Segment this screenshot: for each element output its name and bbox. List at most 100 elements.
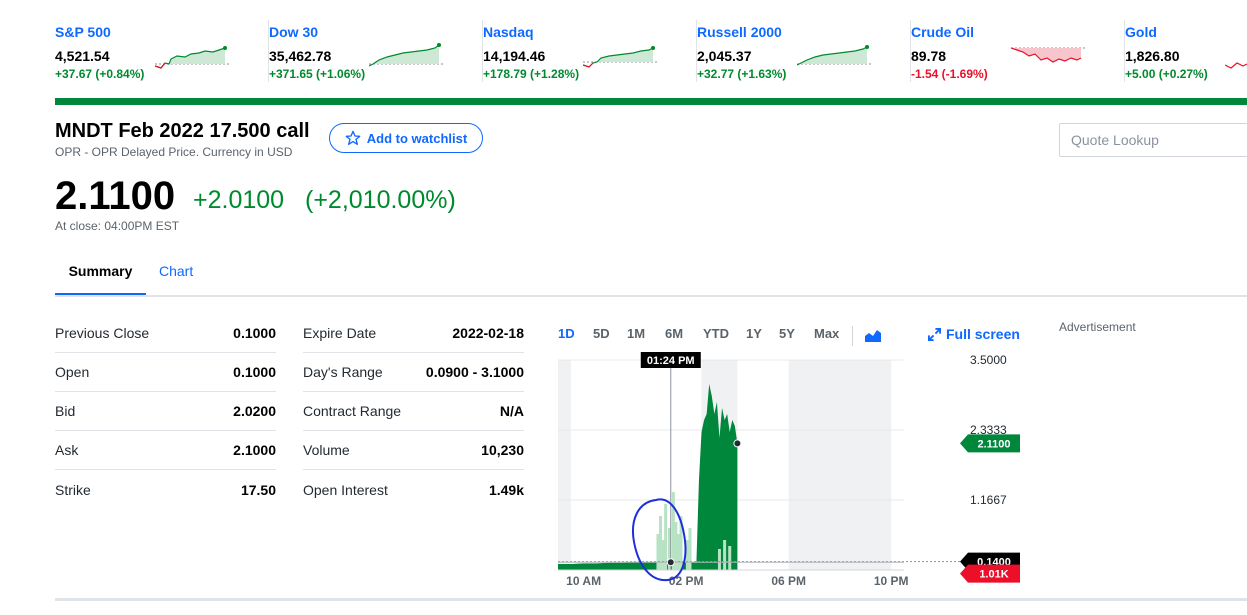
at-close-time: At close: 04:00PM EST — [55, 219, 180, 233]
bottom-divider — [55, 598, 1247, 601]
sparkline-russell2000 — [797, 45, 871, 66]
stat-label: Expire Date — [303, 325, 377, 341]
stat-value: 17.50 — [240, 482, 276, 498]
x-tick-label: 06 PM — [771, 574, 806, 588]
ticker-crude-oil[interactable]: Crude Oil 89.78 -1.54 (-1.69%) — [911, 18, 1125, 88]
stat-label: Open Interest — [303, 482, 388, 498]
stat-label: Day's Range — [303, 364, 383, 380]
stat-value: 2.1000 — [233, 442, 276, 458]
volume-bar — [676, 534, 680, 570]
ticker-name[interactable]: S&P 500 — [55, 24, 111, 40]
quote-lookup-input[interactable] — [1059, 123, 1247, 157]
stat-value: 2022-02-18 — [452, 325, 524, 341]
volume-bar — [664, 504, 668, 570]
ticker-name[interactable]: Dow 30 — [269, 24, 318, 40]
chart-price-area — [558, 384, 738, 570]
stat-row-ask: Ask 2.1000 — [55, 431, 276, 470]
crosshair-point — [666, 558, 675, 567]
tabs-divider — [55, 295, 1247, 297]
ticker-price: 1,826.80 — [1125, 48, 1180, 64]
tab-summary[interactable]: Summary — [55, 262, 146, 296]
ticker-name[interactable]: Russell 2000 — [697, 24, 782, 40]
chart-type-icon[interactable] — [865, 328, 881, 342]
ticker-change: +32.77 (+1.63%) — [697, 67, 787, 81]
full-screen-button[interactable]: Full screen — [928, 326, 1020, 342]
volume-tag: 1.01K — [979, 569, 1008, 581]
ticker-sp500[interactable]: S&P 500 4,521.54 +37.67 (+0.84%) — [55, 18, 269, 88]
volume-bar — [728, 546, 732, 570]
stat-value: 0.1000 — [233, 364, 276, 380]
volume-bar — [723, 540, 727, 570]
range-divider — [852, 326, 853, 346]
star-icon — [345, 130, 361, 145]
range-ytd[interactable]: YTD — [703, 326, 729, 341]
volume-bar — [671, 492, 675, 570]
ticker-change: +5.00 (+0.27%) — [1125, 67, 1208, 81]
sparkline-crude-oil — [1011, 47, 1085, 63]
price-change: +2.0100 — [193, 186, 285, 214]
current-price: 2.1100 — [55, 174, 176, 218]
full-screen-label: Full screen — [946, 326, 1020, 342]
range-max[interactable]: Max — [814, 326, 839, 341]
stat-label: Open — [55, 364, 90, 380]
stat-row-bid: Bid 2.0200 — [55, 392, 276, 431]
ticker-dow30[interactable]: Dow 30 35,462.78 +371.65 (+1.06%) — [269, 18, 483, 88]
add-to-watchlist-button[interactable]: Add to watchlist — [329, 123, 483, 153]
advertisement-label: Advertisement — [1059, 320, 1136, 334]
x-tick-label: 02 PM — [669, 574, 704, 588]
ticker-russell2000[interactable]: Russell 2000 2,045.37 +32.77 (+1.63%) — [697, 18, 911, 88]
range-1y[interactable]: 1Y — [746, 326, 762, 341]
volume-bar — [661, 540, 665, 570]
ticker-gold[interactable]: Gold 1,826.80 +5.00 (+0.27%) — [1125, 18, 1247, 88]
ticker-change: +37.67 (+0.84%) — [55, 67, 145, 81]
stat-label: Bid — [55, 403, 76, 419]
tab-chart[interactable]: Chart — [146, 262, 206, 296]
stat-row-strike: Strike 17.50 — [55, 471, 276, 510]
watchlist-label: Add to watchlist — [366, 130, 468, 146]
current-price-tag: 2.1100 — [977, 438, 1010, 450]
volume-bar — [656, 534, 660, 570]
ticker-change: +178.79 (+1.28%) — [483, 67, 580, 81]
ticker-price: 89.78 — [911, 48, 947, 64]
volume-bar — [688, 528, 692, 570]
stat-row-previous-close: Previous Close 0.1000 — [55, 314, 276, 353]
quote-subtitle: OPR - OPR Delayed Price. Currency in USD — [55, 145, 293, 159]
stat-label: Contract Range — [303, 403, 402, 419]
sparkline-nasdaq — [583, 46, 657, 68]
range-1d[interactable]: 1D — [558, 326, 575, 341]
stat-label: Strike — [55, 482, 91, 498]
stat-row-volume: Volume 10,230 — [303, 431, 524, 470]
stat-value: 0.0900 - 3.1000 — [425, 364, 524, 380]
stat-value: 2.0200 — [233, 403, 276, 419]
range-6m[interactable]: 6M — [665, 326, 683, 341]
stat-value: N/A — [499, 403, 524, 419]
ticker-name[interactable]: Nasdaq — [483, 24, 534, 40]
y-tick-label: 3.5000 — [970, 353, 1007, 367]
ticker-nasdaq[interactable]: Nasdaq 14,194.46 +178.79 (+1.28%) — [483, 18, 697, 88]
ticker-change: +371.65 (+1.06%) — [269, 67, 366, 81]
sparkline-sp500 — [155, 46, 229, 69]
expand-icon — [928, 327, 941, 341]
stat-row-open-interest: Open Interest 1.49k — [303, 471, 524, 510]
sparkline-gold — [1225, 62, 1247, 69]
chart-shaded-band — [558, 360, 571, 570]
ticker-name[interactable]: Crude Oil — [911, 24, 974, 40]
crosshair-time-label: 01:24 PM — [647, 355, 695, 367]
volume-bar — [717, 549, 721, 570]
last-price-point — [733, 439, 742, 448]
x-tick-label: 10 PM — [874, 574, 909, 588]
stat-label: Previous Close — [55, 325, 150, 341]
price-chart[interactable]: 01:24 PM 3.50002.33331.16672.11000.14001.… — [558, 350, 1028, 592]
range-5y[interactable]: 5Y — [779, 326, 795, 341]
stat-label: Ask — [55, 442, 79, 458]
range-5d[interactable]: 5D — [593, 326, 610, 341]
volume-bar — [685, 540, 689, 570]
ticker-name[interactable]: Gold — [1125, 24, 1157, 40]
range-1m[interactable]: 1M — [627, 326, 645, 341]
stat-value: 1.49k — [488, 482, 524, 498]
stat-value: 10,230 — [481, 442, 524, 458]
quote-title: MNDT Feb 2022 17.500 call — [55, 120, 310, 142]
ticker-price: 2,045.37 — [697, 48, 752, 64]
chart-shaded-band — [788, 360, 892, 570]
accent-rule — [55, 98, 1247, 105]
